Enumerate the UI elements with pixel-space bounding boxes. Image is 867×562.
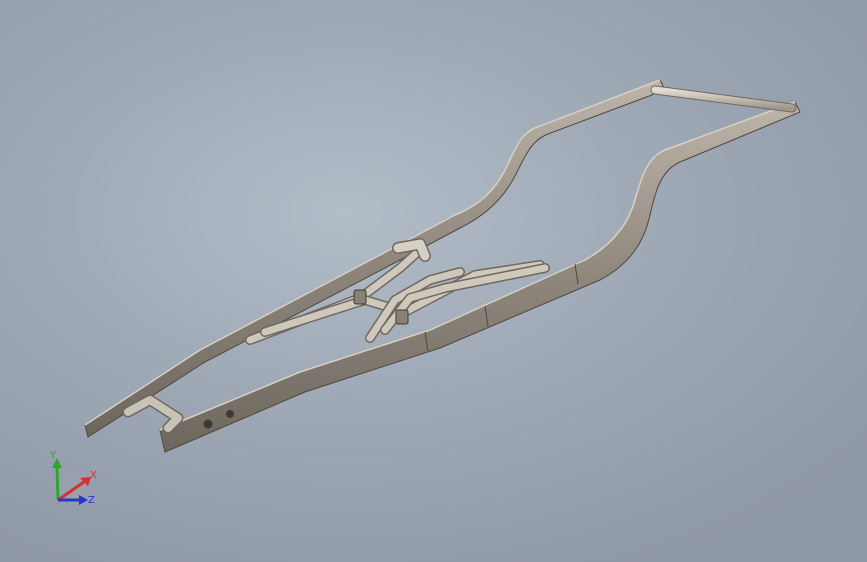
triad-x-label: X <box>90 470 97 481</box>
left-frame-rail[interactable] <box>84 79 666 438</box>
mount-hole <box>203 419 213 429</box>
triad-z-arrow <box>79 495 88 505</box>
brace-clamp <box>353 289 367 305</box>
graphics-viewport[interactable]: Y X Z <box>0 0 867 562</box>
brace-clamp <box>395 309 409 325</box>
mount-hole <box>226 410 234 418</box>
triad-y-label: Y <box>49 450 57 461</box>
reference-triad[interactable]: Y X Z <box>49 450 97 506</box>
triad-z-label: Z <box>88 495 95 506</box>
model-canvas[interactable]: Y X Z <box>0 0 867 562</box>
triad-y-axis <box>55 465 60 501</box>
front-crossmember[interactable] <box>650 85 797 113</box>
rear-crossmember[interactable] <box>122 394 184 434</box>
chassis-frame-model[interactable] <box>84 79 801 453</box>
